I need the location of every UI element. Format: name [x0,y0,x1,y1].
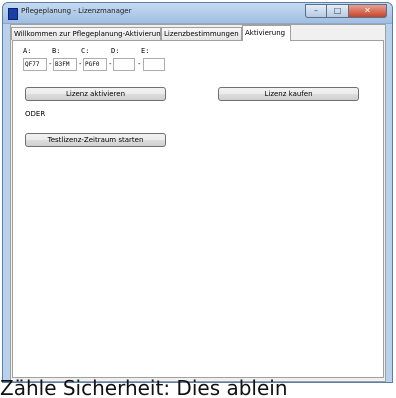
close-button[interactable]: ✕ [349,4,387,18]
app-icon [8,8,18,20]
start-trial-button[interactable]: Testlizenz-Zeitraum starten [25,133,166,147]
buy-license-button[interactable]: Lizenz kaufen [218,87,359,101]
key-label-d: D: [111,47,120,55]
key-label-e: E: [141,47,150,55]
overlay-text: Zähle Sicherheit: Dies ablein [0,378,288,398]
key-separator: - [49,60,52,68]
window-title: Pflegeplanung - Lizenzmanager [21,7,132,15]
tab-welcome[interactable]: Willkommen zur Pflegeplanung-Aktivierung [11,27,165,40]
license-manager-window: Pflegeplanung - Lizenzmanager – □ ✕ Will… [2,2,393,383]
tab-strip: Willkommen zur Pflegeplanung-Aktivierung… [11,25,385,41]
window-controls: – □ ✕ [305,4,387,18]
client-area: Willkommen zur Pflegeplanung-Aktivierung… [10,24,386,382]
key-field-d[interactable] [113,58,135,71]
activation-panel: A: B: C: D: E: QF77 - B3FM - PGF0 - - Li… [12,40,384,378]
key-field-c[interactable]: PGF0 [83,58,107,71]
tab-activation[interactable]: Aktivierung [242,25,291,41]
key-separator: - [138,60,141,68]
key-field-b[interactable]: B3FM [53,58,77,71]
key-label-a: A: [23,47,32,55]
key-field-e[interactable] [143,58,165,71]
maximize-button[interactable]: □ [327,4,349,18]
title-bar[interactable]: Pflegeplanung - Lizenzmanager – □ ✕ [3,3,392,24]
tab-license-terms[interactable]: Lizenzbestimmungen [161,27,242,40]
key-separator: - [79,60,82,68]
key-separator: - [109,60,112,68]
or-label: ODER [25,110,46,118]
minimize-button[interactable]: – [305,4,327,18]
key-label-b: B: [52,47,61,55]
key-label-c: C: [81,47,90,55]
activate-license-button[interactable]: Lizenz aktivieren [25,87,166,101]
key-field-a[interactable]: QF77 [23,58,47,71]
